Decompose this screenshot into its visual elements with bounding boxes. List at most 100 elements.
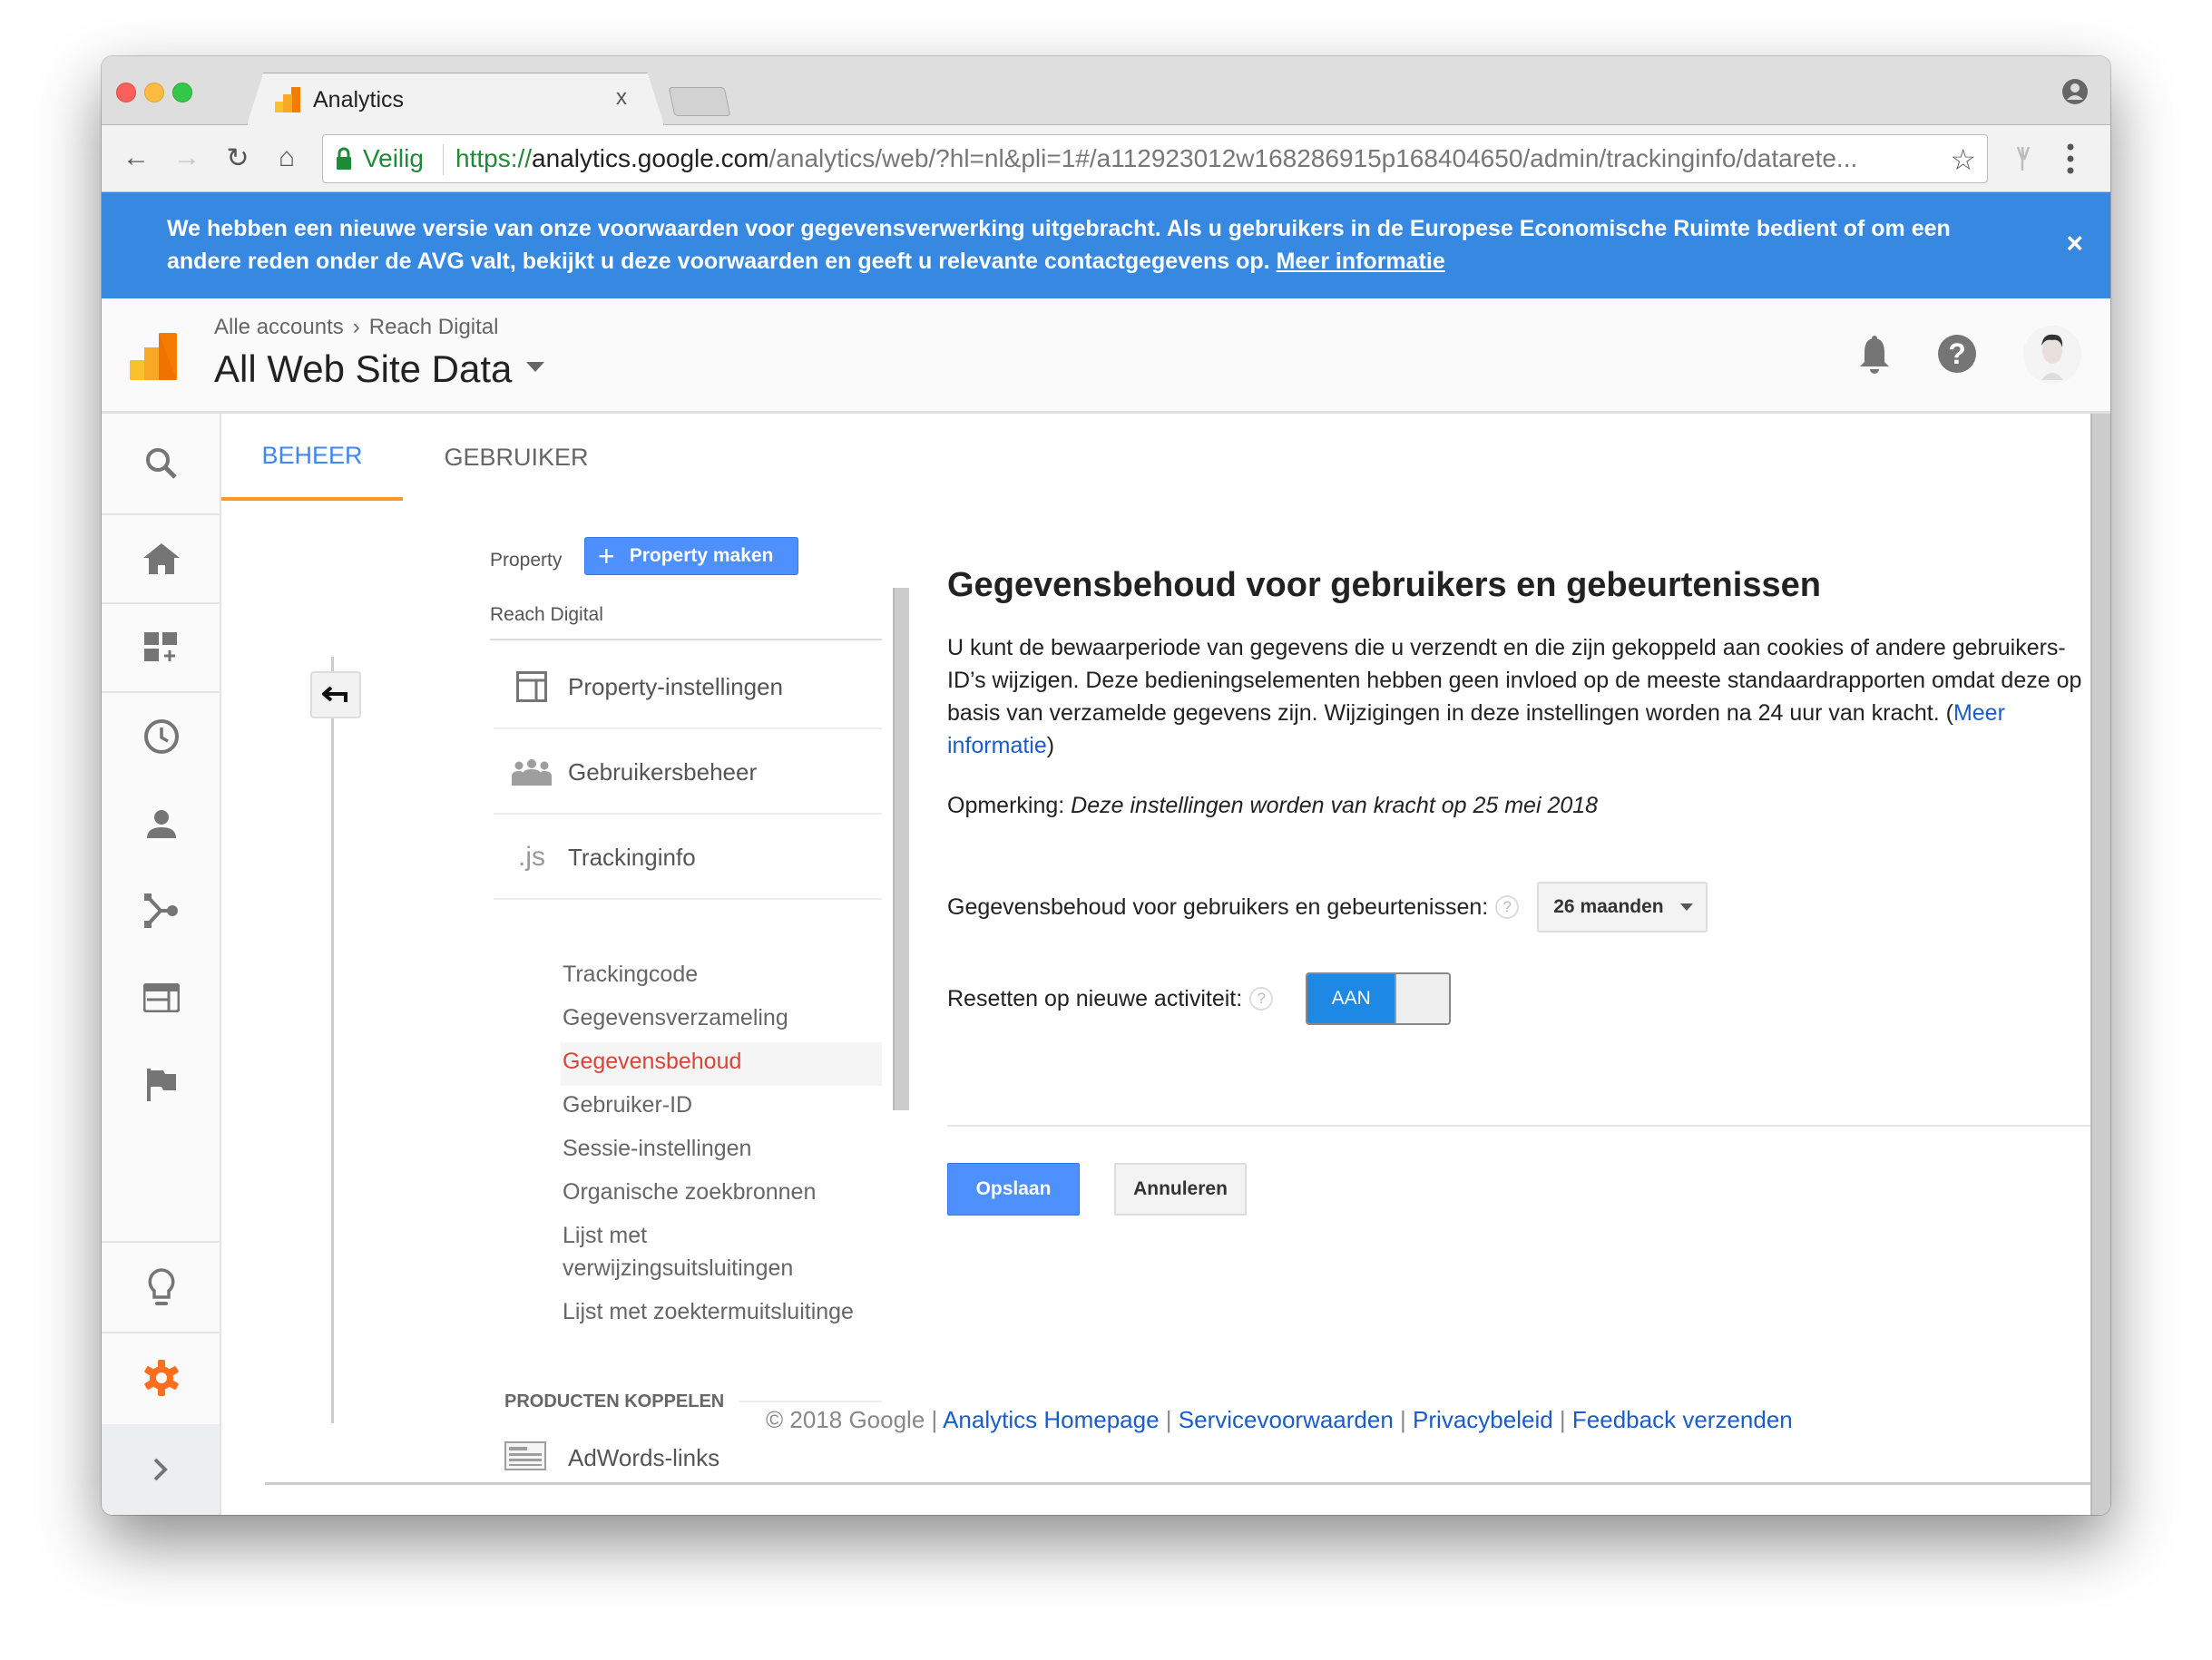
reload-icon[interactable]: ↻ xyxy=(221,142,254,174)
banner-more-info-link[interactable]: Meer informatie xyxy=(1277,249,1445,274)
section-property-settings[interactable]: Property-instellingen xyxy=(494,646,882,729)
search-icon xyxy=(146,448,177,479)
collapse-column-button[interactable] xyxy=(310,671,361,718)
dashboard-add-icon xyxy=(144,632,177,661)
adwords-links[interactable]: AdWords-links xyxy=(568,1444,719,1472)
view-selector[interactable]: All Web Site Data xyxy=(214,347,545,391)
lightbulb-icon xyxy=(148,1268,175,1305)
create-property-button[interactable]: + Property maken xyxy=(584,537,798,575)
address-divider xyxy=(443,144,444,175)
cancel-button[interactable]: Annuleren xyxy=(1114,1163,1247,1216)
close-window-button[interactable] xyxy=(116,83,136,103)
section-label: Trackinginfo xyxy=(568,843,696,871)
toggle-on-label: AAN xyxy=(1307,974,1395,1023)
reset-label: Resetten op nieuwe activiteit: xyxy=(947,985,1243,1011)
nav-acquisition[interactable] xyxy=(102,867,221,954)
subitem-gebruiker-id[interactable]: Gebruiker-ID xyxy=(563,1089,692,1121)
note-label: Opmerking: xyxy=(947,793,1065,818)
profile-icon[interactable] xyxy=(2061,78,2089,105)
home-icon xyxy=(143,543,180,574)
footer-link-feedback[interactable]: Feedback verzenden xyxy=(1572,1406,1793,1433)
footer-link-terms[interactable]: Servicevoorwaarden xyxy=(1179,1406,1394,1433)
admin-column-scrollbar[interactable] xyxy=(893,588,909,1110)
reset-help-icon[interactable]: ? xyxy=(1249,987,1274,1011)
property-divider xyxy=(490,639,882,640)
home-icon[interactable]: ⌂ xyxy=(270,142,303,174)
reset-row: Resetten op nieuwe activiteit: ? AAN xyxy=(947,972,1452,1025)
subitem-zoektermuitsluitingen[interactable]: Lijst met zoektermuitsluitinge xyxy=(563,1295,882,1328)
banner-message: We hebben een nieuwe versie van onze voo… xyxy=(167,212,1991,278)
adwords-icon xyxy=(504,1441,546,1470)
page-scrollbar[interactable] xyxy=(2090,414,2110,1515)
nav-realtime[interactable] xyxy=(102,693,221,780)
nav-home[interactable] xyxy=(102,515,221,602)
column-connector-line xyxy=(331,657,334,1423)
help-icon[interactable]: ? xyxy=(1938,335,1976,373)
nav-search[interactable] xyxy=(102,414,221,513)
reset-on-activity-toggle[interactable]: AAN xyxy=(1306,972,1452,1025)
minimize-window-button[interactable] xyxy=(144,83,164,103)
nav-conversions[interactable] xyxy=(102,1041,221,1128)
tab-title: Analytics xyxy=(313,87,405,112)
url-text[interactable]: https://analytics.google.com/analytics/w… xyxy=(455,144,1934,173)
url-scheme: https:// xyxy=(455,144,533,172)
maximize-window-button[interactable] xyxy=(172,83,192,103)
section-user-management[interactable]: Gebruikersbeheer xyxy=(494,731,882,815)
property-selector[interactable]: Reach Digital xyxy=(490,604,603,626)
nav-customization[interactable] xyxy=(102,604,221,691)
nav-audience[interactable] xyxy=(102,780,221,867)
browser-menu-icon[interactable] xyxy=(2067,143,2074,174)
retention-label: Gegevensbehoud voor gebruikers en gebeur… xyxy=(947,893,1489,920)
nav-admin[interactable] xyxy=(102,1333,221,1422)
breadcrumb-all-accounts[interactable]: Alle accounts xyxy=(214,315,344,340)
banner-close-icon[interactable]: × xyxy=(2066,227,2083,260)
person-icon xyxy=(147,810,176,838)
expand-nav-button[interactable] xyxy=(102,1424,220,1515)
section-label: Property-instellingen xyxy=(568,672,784,700)
description: U kunt de bewaarperiode van gegevens die… xyxy=(947,631,2090,762)
property-settings-icon xyxy=(516,671,547,702)
back-icon[interactable]: ← xyxy=(120,142,152,174)
retention-period-select[interactable]: 26 maanden xyxy=(1537,882,1708,933)
footer-link-privacy[interactable]: Privacybeleid xyxy=(1413,1406,1553,1433)
breadcrumb: Alle accounts › Reach Digital xyxy=(214,315,498,340)
nav-discover[interactable] xyxy=(102,1243,221,1332)
left-navigation xyxy=(102,414,221,1515)
breadcrumb-account[interactable]: Reach Digital xyxy=(369,315,499,340)
products-divider xyxy=(739,1401,882,1402)
footer-link-analytics-homepage[interactable]: Analytics Homepage xyxy=(943,1406,1159,1433)
tab-beheer[interactable]: BEHEER xyxy=(221,414,403,501)
flag-icon xyxy=(147,1069,176,1101)
notifications-bell-icon[interactable] xyxy=(1858,335,1891,375)
subitem-sessie-instellingen[interactable]: Sessie-instellingen xyxy=(563,1132,751,1165)
retention-help-icon[interactable]: ? xyxy=(1495,895,1520,919)
footer-sep: | xyxy=(1559,1406,1566,1433)
section-tracking-info[interactable]: .js Trackinginfo xyxy=(494,816,882,900)
subitem-organische-zoekbronnen[interactable]: Organische zoekbronnen xyxy=(563,1176,816,1208)
save-button[interactable]: Opslaan xyxy=(947,1163,1080,1216)
analytics-favicon-icon xyxy=(275,87,300,112)
retention-value: 26 maanden xyxy=(1553,896,1664,917)
subitem-gegevensbehoud[interactable]: Gegevensbehoud xyxy=(563,1045,741,1078)
lock-icon xyxy=(337,147,351,170)
footer-divider xyxy=(265,1482,2090,1485)
tab-gebruiker[interactable]: GEBRUIKER xyxy=(403,414,630,501)
plus-icon: + xyxy=(598,540,615,572)
forward-icon[interactable]: → xyxy=(171,142,203,174)
bookmark-star-icon[interactable]: ☆ xyxy=(1950,142,1976,177)
tab-strip: Analytics x xyxy=(102,56,2110,125)
note: Opmerking: Deze instellingen worden van … xyxy=(947,793,1598,819)
extension-icon[interactable] xyxy=(2014,145,2032,172)
subitem-gegevensverzameling[interactable]: Gegevensverzameling xyxy=(563,1001,788,1034)
main-content: BEHEER GEBRUIKER Property + Property mak… xyxy=(221,414,2110,1515)
tab-close-icon[interactable]: x xyxy=(616,85,627,111)
nav-behavior[interactable] xyxy=(102,954,221,1041)
user-avatar[interactable] xyxy=(2023,326,2081,384)
subitem-verwijzingsuitsluitingen[interactable]: Lijst met verwijzingsuitsluitingen xyxy=(563,1219,835,1284)
address-bar[interactable]: Veilig https://analytics.google.com/anal… xyxy=(322,134,1988,183)
subitem-trackingcode[interactable]: Trackingcode xyxy=(563,958,698,991)
toggle-knob xyxy=(1395,974,1450,1023)
caret-down-icon xyxy=(526,361,545,372)
new-tab-button[interactable] xyxy=(668,87,731,116)
google-analytics-logo xyxy=(130,333,177,380)
